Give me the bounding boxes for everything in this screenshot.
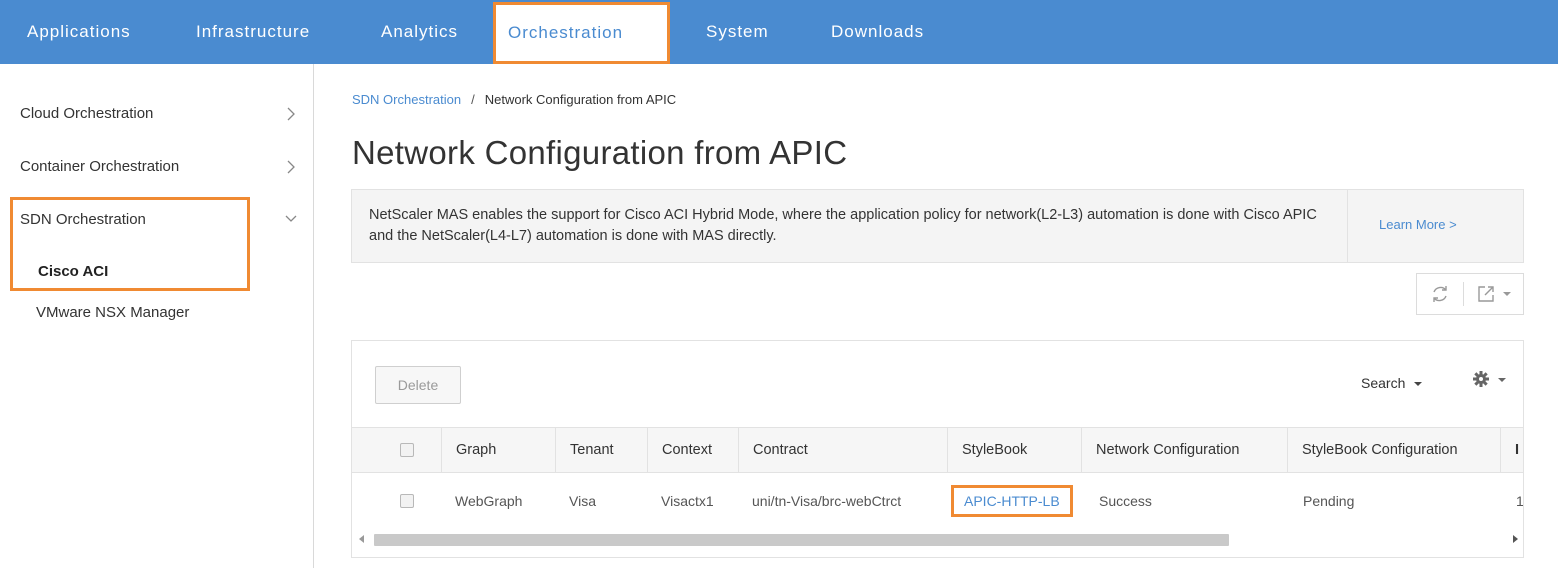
nav-infrastructure[interactable]: Infrastructure [196,0,310,64]
column-header-stylebook-configuration[interactable]: StyleBook Configuration [1287,428,1500,472]
column-header-graph[interactable]: Graph [441,428,555,472]
chevron-down-icon[interactable] [284,214,298,224]
nav-downloads[interactable]: Downloads [831,0,924,64]
cell-tenant: Visa [569,492,596,509]
search-label: Search [1361,375,1406,391]
table-row[interactable]: WebGraph Visa Visactx1 uni/tn-Visa/brc-w… [352,473,1524,528]
cell-graph: WebGraph [455,492,523,509]
column-header-contract[interactable]: Contract [738,428,947,472]
nav-system[interactable]: System [706,0,769,64]
delete-button[interactable]: Delete [375,366,461,404]
caret-down-icon [1498,378,1507,382]
nav-analytics[interactable]: Analytics [381,0,458,64]
breadcrumb-separator: / [471,92,475,107]
select-all-checkbox[interactable] [400,443,414,457]
cell-network-configuration-status: Success [1099,492,1152,509]
breadcrumb: SDN Orchestration / Network Configuration … [352,92,676,107]
breadcrumb-link-sdn-orchestration[interactable]: SDN Orchestration [352,92,461,107]
row-checkbox[interactable] [400,493,414,508]
caret-down-icon [1414,382,1423,386]
cell-stylebook-configuration-status: Pending [1303,492,1355,509]
export-button[interactable] [1464,274,1524,314]
settings-dropdown[interactable] [1472,370,1507,393]
gear-icon [1473,371,1489,387]
search-dropdown[interactable]: Search [1361,375,1423,391]
select-all-cell [386,428,442,472]
nav-applications[interactable]: Applications [27,0,131,64]
sidebar-item-container-orchestration[interactable]: Container Orchestration [20,158,179,175]
top-nav: Applications Infrastructure Analytics Or… [0,0,1558,64]
scrollbar-thumb[interactable] [374,534,1229,546]
caret-down-icon [1503,292,1511,296]
column-header-network-configuration[interactable]: Network Configuration [1081,428,1287,472]
cell-context: Visactx1 [661,492,714,509]
sidebar-item-cloud-orchestration[interactable]: Cloud Orchestration [20,105,153,122]
scroll-left-icon[interactable] [358,534,366,544]
breadcrumb-current: Network Configuration from APIC [484,92,677,107]
cell-contract: uni/tn-Visa/brc-webCtrct [752,492,902,509]
sidebar-item-sdn-orchestration[interactable]: SDN Orchestration [20,211,146,228]
sidebar-subitem-cisco-aci[interactable]: Cisco ACI [38,263,108,280]
export-icon [1478,286,1494,302]
sidebar-subitem-vmware-nsx-manager[interactable]: VMware NSX Manager [36,304,189,321]
cell-stylebook: APIC-HTTP-LB [947,473,1073,528]
refresh-icon [1433,286,1447,302]
chevron-right-icon[interactable] [286,159,296,175]
column-header-context[interactable]: Context [647,428,738,472]
row-select-cell [386,473,442,528]
data-grid-panel: Delete Search Graph Tenant Context Contr… [351,340,1524,558]
column-header-stylebook[interactable]: StyleBook [947,428,1081,472]
info-banner: NetScaler MAS enables the support for Ci… [351,189,1524,263]
horizontal-scrollbar[interactable] [352,531,1523,549]
info-divider [1347,190,1348,262]
cell-truncated: 1 [1516,492,1524,509]
info-text: NetScaler MAS enables the support for Ci… [369,207,1317,244]
page-title: Network Configuration from APIC [352,134,848,171]
scroll-right-icon[interactable] [1511,534,1519,544]
stylebook-link[interactable]: APIC-HTTP-LB [951,484,1073,517]
column-header-tenant[interactable]: Tenant [555,428,647,472]
learn-more-link[interactable]: Learn More > [1379,217,1457,232]
column-header-truncated[interactable]: I [1500,428,1523,472]
nav-orchestration[interactable]: Orchestration [493,2,670,64]
refresh-button[interactable] [1417,274,1463,314]
page-toolbar [1416,273,1524,315]
chevron-right-icon[interactable] [286,106,296,122]
sidebar: Cloud Orchestration Container Orchestrat… [0,64,314,568]
table-header: Graph Tenant Context Contract StyleBook … [352,427,1523,473]
